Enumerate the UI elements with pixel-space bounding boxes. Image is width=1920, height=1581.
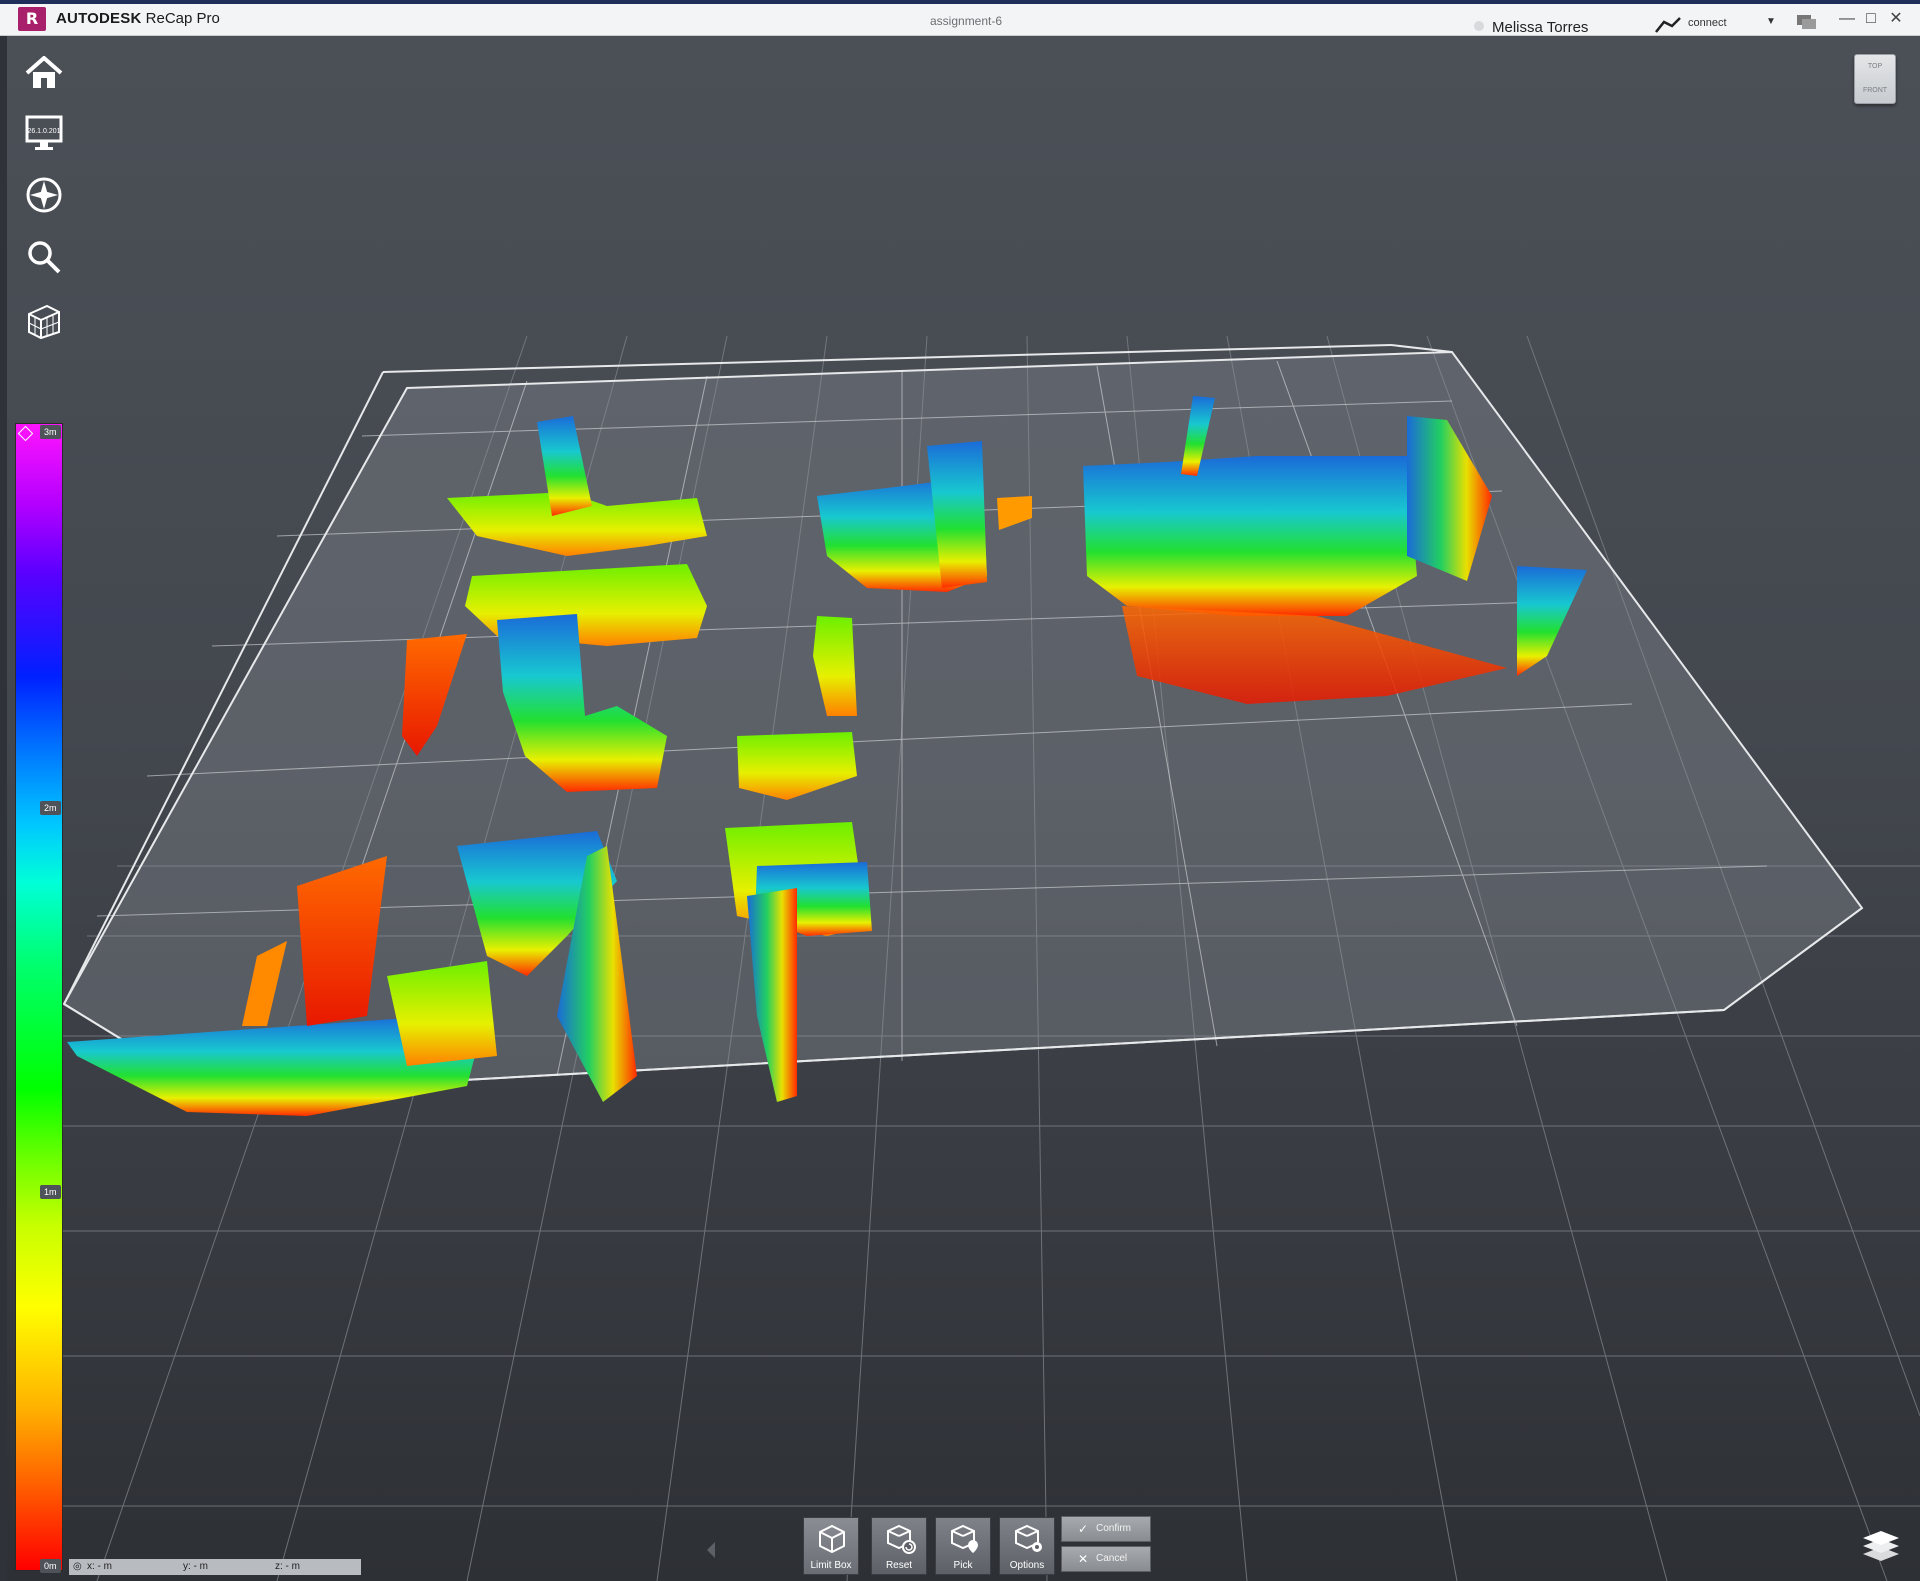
cancel-button[interactable]: ✕ Cancel [1061, 1546, 1151, 1572]
pick-icon [951, 1524, 978, 1553]
confirm-button[interactable]: ✓ Confirm [1061, 1516, 1151, 1542]
viewcube-top[interactable]: TOP [1855, 63, 1895, 70]
check-icon: ✓ [1078, 1522, 1089, 1536]
coord-x: x: - m [87, 1561, 112, 1572]
window-border-top [0, 0, 1920, 4]
recap-logo: R [18, 7, 46, 31]
limit-box-icon [819, 1524, 845, 1554]
minimize-button[interactable]: — [1836, 10, 1858, 28]
coord-y: y: - m [183, 1561, 208, 1572]
product-name: ReCap Pro [145, 10, 220, 27]
toolbar-notch [707, 1542, 715, 1558]
user-icon [1474, 21, 1484, 31]
options-icon [1015, 1524, 1042, 1552]
user-name[interactable]: Melissa Torres [1492, 19, 1588, 36]
viewcube-front[interactable]: FRONT [1855, 87, 1895, 94]
project-name: assignment-6 [930, 14, 1003, 28]
connect-icon[interactable] [1654, 16, 1684, 34]
layers-icon[interactable] [1861, 1527, 1901, 1563]
cancel-label: Cancel [1096, 1553, 1128, 1564]
point-cloud-scene[interactable] [7, 36, 1920, 1581]
svg-text:26.1.0.201: 26.1.0.201 [27, 128, 60, 135]
close-icon: ✕ [1078, 1552, 1089, 1566]
title-bar: R AUTODESK ReCap Pro assignment-6 Meliss… [0, 0, 1920, 36]
chevron-down-icon[interactable]: ▼ [1766, 16, 1776, 27]
point-cloud-grid-icon [28, 304, 60, 340]
point-cloud-viewport[interactable]: 26.1.0.201 3m 2m 1m 0m ◎ x: - m y: - m z… [7, 36, 1920, 1581]
navigation-icon [26, 177, 62, 213]
confirm-label: Confirm [1096, 1523, 1132, 1534]
pick-button[interactable]: Pick [935, 1517, 991, 1575]
home-button[interactable] [21, 50, 67, 96]
legend-label-2m[interactable]: 2m [40, 801, 61, 815]
chat-icon[interactable] [1796, 14, 1818, 32]
home-icon [25, 56, 63, 88]
legend-label-1m[interactable]: 1m [40, 1185, 61, 1199]
options-button[interactable]: Options [999, 1517, 1055, 1575]
brand-name: AUTODESK [56, 10, 142, 27]
app-title: AUTODESK ReCap Pro [56, 10, 220, 27]
target-icon: ◎ [73, 1561, 82, 1572]
reset-button[interactable]: Reset [871, 1517, 927, 1575]
options-label: Options [1009, 1560, 1045, 1571]
pick-label: Pick [953, 1560, 973, 1571]
reset-icon [887, 1524, 916, 1554]
close-button[interactable]: ✕ [1885, 10, 1907, 28]
limit-box-button[interactable]: Limit Box [803, 1517, 859, 1575]
display-settings-button[interactable]: 26.1.0.201 [21, 110, 67, 156]
display-settings-icon: 26.1.0.201 [25, 115, 63, 150]
legend-label-3m: 3m [40, 425, 61, 439]
legend-label-0m: 0m [40, 1559, 61, 1573]
elevation-color-scale[interactable] [15, 423, 63, 1571]
point-cloud-grid-button[interactable] [21, 298, 67, 344]
coordinate-readout: ◎ x: - m y: - m z: - m [69, 1559, 361, 1575]
coord-z: z: - m [275, 1561, 300, 1572]
viewcube[interactable]: TOP FRONT [1854, 54, 1896, 104]
connect-label[interactable]: connect [1688, 17, 1727, 29]
maximize-button[interactable]: □ [1860, 10, 1882, 28]
reset-label: Reset [885, 1560, 913, 1571]
search-icon [28, 241, 61, 274]
navigation-button[interactable] [21, 172, 67, 218]
search-button[interactable] [21, 234, 67, 280]
limit-box-label: Limit Box [810, 1560, 852, 1571]
